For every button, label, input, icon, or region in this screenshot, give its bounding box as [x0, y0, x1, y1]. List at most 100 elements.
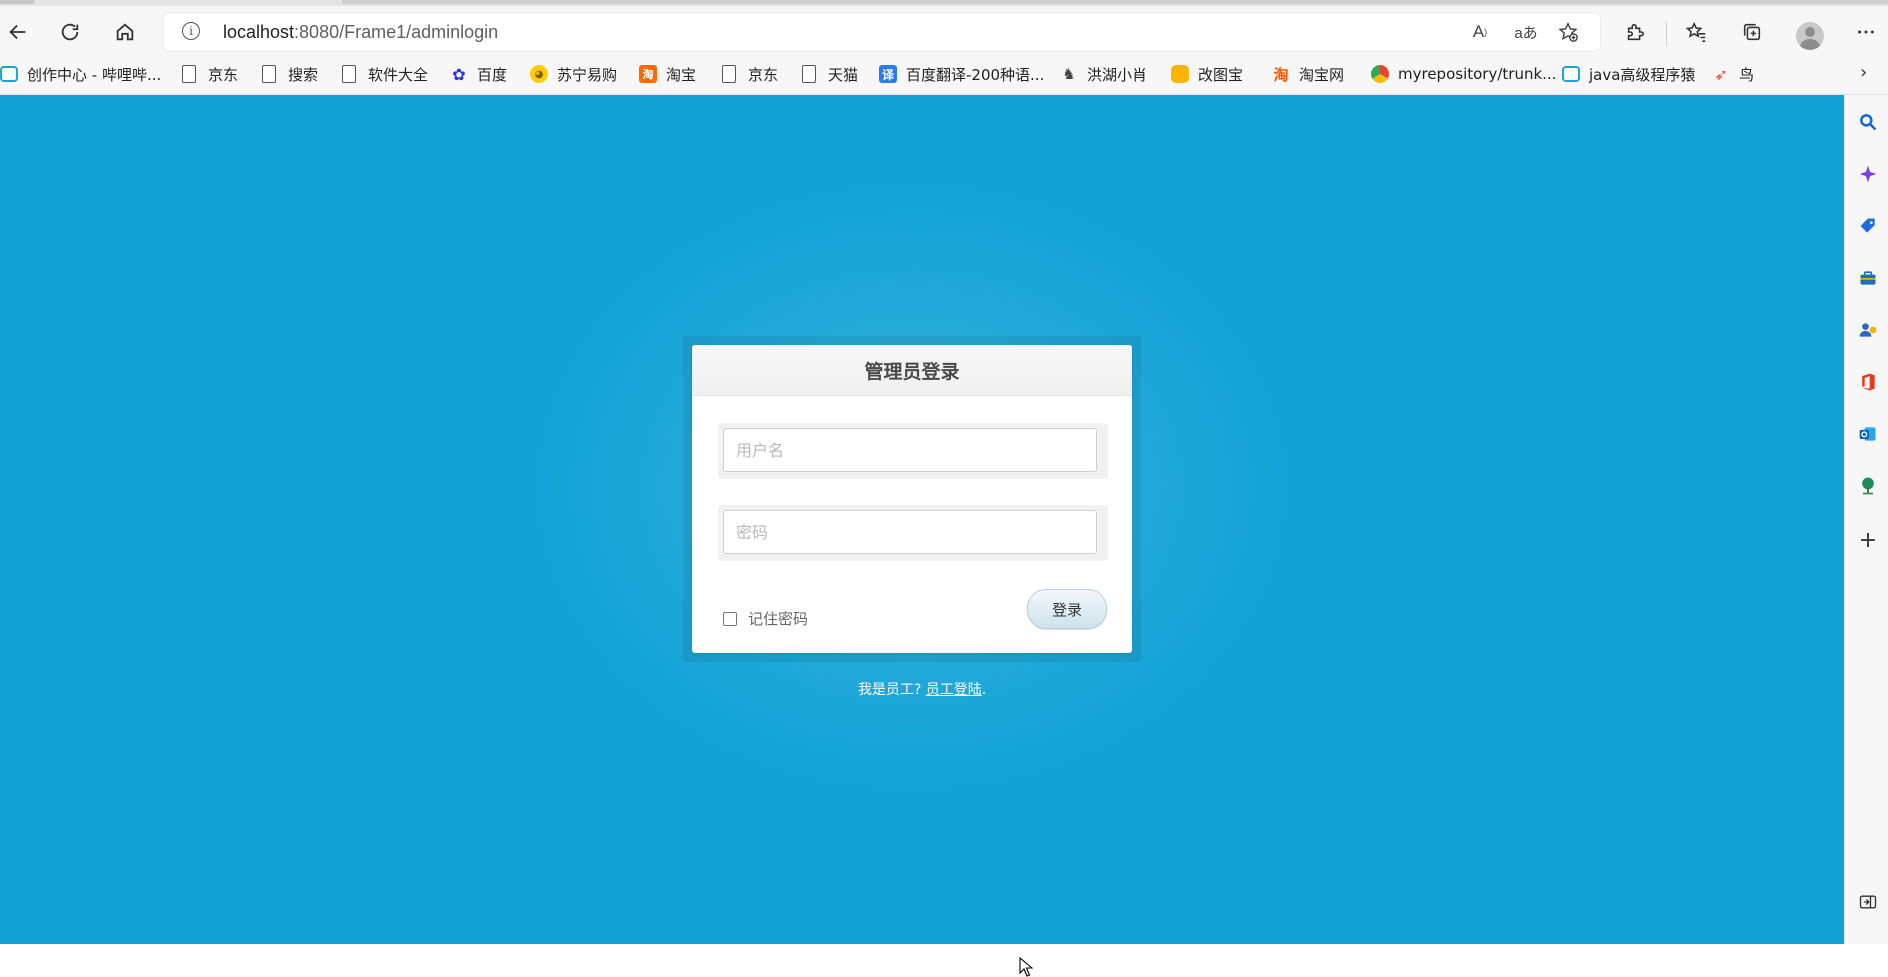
bookmark-label: 鸟: [1739, 65, 1755, 84]
url-text[interactable]: localhost:8080/Frame1/adminlogin: [223, 22, 498, 43]
address-bar[interactable]: i localhost:8080/Frame1/adminlogin A) aあ: [163, 12, 1601, 52]
profile-avatar[interactable]: [1796, 22, 1824, 50]
translate-icon[interactable]: aあ: [1512, 20, 1540, 44]
repo-icon: [1371, 65, 1389, 83]
bookmark-item[interactable]: ♞ 洪湖小肖: [1060, 62, 1147, 86]
add-icon[interactable]: +: [1857, 528, 1879, 553]
bookmark-label: java高级程序猿: [1589, 65, 1696, 84]
login-title: 管理员登录: [864, 360, 960, 383]
bookmarks-bar: 创作中心 - 哔哩哔... 京东 搜索 软件大全 ✿ 百度 ◕ 苏宁易购 淘淘宝 京…: [0, 54, 1888, 95]
search-icon[interactable]: [1857, 111, 1879, 133]
bookmark-item[interactable]: 淘淘宝: [639, 62, 696, 86]
bookmark-item[interactable]: 京东: [719, 62, 778, 86]
favorites-button[interactable]: [1678, 14, 1714, 50]
employee-login-note: 我是员工? 员工登陆.: [0, 679, 1844, 699]
back-arrow-icon: [9, 24, 26, 40]
bookmark-item[interactable]: 译百度翻译-200种语...: [879, 62, 1044, 86]
collections-button[interactable]: [1734, 14, 1770, 50]
home-icon: [116, 23, 134, 41]
bookmark-item[interactable]: 改图宝: [1171, 62, 1243, 86]
active-tab[interactable]: [0, 0, 35, 4]
bookmark-label: 改图宝: [1198, 65, 1244, 84]
site-info-icon[interactable]: i: [182, 22, 200, 40]
bookmark-item[interactable]: java高级程序猿: [1562, 62, 1695, 86]
hong-icon: ♞: [1062, 65, 1076, 83]
taobao-icon: 淘: [639, 65, 657, 83]
tree-icon[interactable]: [1857, 475, 1879, 497]
url-path: :8080/Frame1/adminlogin: [294, 22, 499, 42]
games-icon[interactable]: [1857, 319, 1879, 341]
footer-prefix: 我是员工?: [857, 682, 926, 698]
password-field-wrap: [718, 505, 1108, 561]
login-header: 管理员登录: [692, 345, 1132, 396]
bookmark-label: 京东: [208, 65, 239, 84]
back-button[interactable]: [0, 14, 36, 50]
bookmark-item[interactable]: 淘淘宝网: [1272, 62, 1344, 86]
tools-icon[interactable]: [1857, 267, 1879, 289]
more-menu-button[interactable]: [1848, 14, 1884, 50]
bookmark-label: 创作中心 - 哔哩哔...: [27, 65, 162, 84]
username-field-wrap: [718, 423, 1108, 479]
bookmark-label: 搜索: [288, 65, 319, 84]
bookmark-label: 淘宝网: [1299, 65, 1345, 84]
bookmark-item[interactable]: ➶ 鸟: [1712, 62, 1754, 86]
bookmark-item[interactable]: 创作中心 - 哔哩哔...: [0, 62, 161, 86]
inactive-tab[interactable]: [342, 0, 1888, 4]
page-icon: [182, 65, 196, 83]
copilot-sparkle-icon[interactable]: [1857, 163, 1879, 185]
page-background: 管理员登录 记住密码 登录 我是员工? 员工登陆.: [0, 95, 1844, 977]
office-icon[interactable]: [1857, 371, 1879, 393]
gaitu-icon: [1171, 65, 1189, 83]
bookmark-label: 软件大全: [368, 65, 429, 84]
employee-login-link[interactable]: 员工登陆: [926, 682, 982, 698]
suning-icon: ◕: [530, 65, 548, 83]
extensions-button[interactable]: [1617, 14, 1653, 50]
shopping-tag-icon[interactable]: [1857, 215, 1879, 237]
home-button[interactable]: [107, 14, 143, 50]
bookmark-item[interactable]: 天猫: [799, 62, 858, 86]
mouse-cursor-icon: [1019, 957, 1033, 977]
bookmark-label: myrepository/trunk...: [1398, 65, 1557, 83]
bookmark-item[interactable]: ✿ 百度: [450, 62, 507, 86]
fanyi-icon: 译: [879, 65, 897, 83]
remember-checkbox[interactable]: [723, 611, 737, 626]
bookmark-label: 百度翻译-200种语...: [906, 65, 1045, 84]
bookmark-label: 洪湖小肖: [1087, 65, 1148, 84]
taobao-icon: 淘: [1273, 65, 1289, 84]
add-favorite-icon[interactable]: [1556, 20, 1580, 44]
bookmark-item[interactable]: myrepository/trunk...: [1371, 62, 1556, 86]
bird-icon: ➶: [1714, 64, 1728, 84]
username-input[interactable]: [723, 428, 1097, 472]
refresh-button[interactable]: [52, 14, 88, 50]
bilibili-icon: [1562, 66, 1580, 82]
url-host: localhost: [223, 22, 295, 42]
password-input[interactable]: [723, 510, 1097, 554]
login-button[interactable]: 登录: [1027, 589, 1107, 629]
read-aloud-icon[interactable]: A): [1468, 20, 1492, 44]
bookmark-label: 淘宝: [666, 65, 697, 84]
hide-sidebar-icon[interactable]: [1857, 891, 1879, 913]
page-icon: [802, 65, 816, 83]
bookmark-item[interactable]: ◕ 苏宁易购: [530, 62, 617, 86]
bookmark-label: 天猫: [828, 65, 859, 84]
remember-label: 记住密码: [748, 610, 809, 628]
footer-suffix: .: [981, 682, 987, 698]
outlook-icon[interactable]: [1857, 423, 1879, 445]
remember-password[interactable]: 记住密码: [723, 608, 808, 629]
page-icon: [722, 65, 736, 83]
favorites-icon: [1685, 21, 1706, 42]
refresh-icon: [61, 23, 79, 41]
bookmark-item[interactable]: 软件大全: [339, 62, 428, 86]
login-panel: 管理员登录 记住密码 登录: [692, 345, 1132, 653]
bookmark-label: 苏宁易购: [557, 65, 618, 84]
translate-label: aあ: [1514, 24, 1538, 42]
edge-sidebar: +: [1844, 95, 1888, 944]
page-icon: [262, 65, 276, 83]
bookmark-item[interactable]: 搜索: [259, 62, 318, 86]
collections-icon: [1743, 23, 1761, 41]
baidu-icon: ✿: [452, 64, 466, 84]
bookmark-label: 百度: [477, 65, 508, 84]
bilibili-icon: [0, 66, 18, 82]
bookmark-item[interactable]: 京东: [179, 62, 238, 86]
chevron-right-icon[interactable]: ›: [1860, 62, 1867, 83]
